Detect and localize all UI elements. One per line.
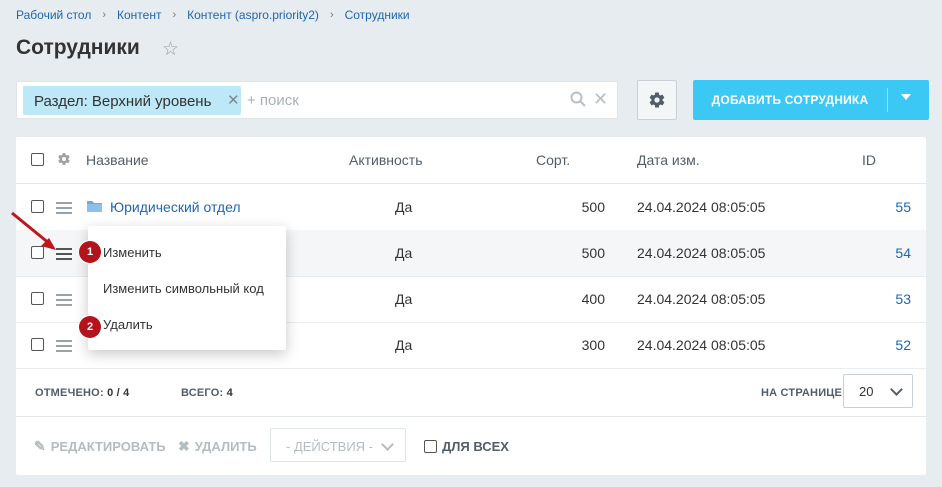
row-context-menu: Изменить Изменить символьный код Удалить [88,226,286,350]
row-date: 24.04.2024 08:05:05 [637,245,766,261]
folder-icon [86,199,103,218]
for-all-label: ДЛЯ ВСЕХ [442,439,509,454]
edit-button[interactable]: ✎ РЕДАКТИРОВАТЬ [34,438,166,455]
for-all-toggle[interactable]: ДЛЯ ВСЕХ [424,439,509,454]
chevron-down-icon [890,383,903,396]
row-name[interactable]: Юридический отдел [110,199,241,215]
star-icon[interactable]: ☆ [162,38,179,61]
table-row[interactable]: Юридический отдел Да 500 24.04.2024 08:0… [16,184,926,231]
add-employee-label: ДОБАВИТЬ СОТРУДНИКА [711,93,869,107]
divider [887,88,888,112]
per-page-select[interactable]: 20 [843,374,913,408]
chevron-down-icon [381,438,394,451]
total-label: ВСЕГО: [181,387,224,399]
breadcrumb-separator: › [172,9,177,21]
breadcrumb-item-employees[interactable]: Сотрудники [345,8,410,22]
selected-counter: ОТМЕЧЕНО: 0 / 4 [35,387,129,399]
row-date: 24.04.2024 08:05:05 [637,199,766,215]
row-menu-icon[interactable] [56,340,72,355]
column-header-active[interactable]: Активность [349,152,423,168]
table-header: Название Активность Сорт. Дата изм. ID [16,137,926,184]
column-header-date[interactable]: Дата изм. [637,152,700,168]
row-active: Да [395,291,413,307]
breadcrumb-item-content-aspro[interactable]: Контент (aspro.priority2) [187,8,319,22]
page-title: Сотрудники [16,36,140,59]
clear-icon[interactable]: ✕ [593,89,608,110]
annotation-arrow-icon [11,211,56,250]
edit-label: РЕДАКТИРОВАТЬ [50,439,166,454]
row-date: 24.04.2024 08:05:05 [637,337,766,353]
close-icon: ✖ [178,438,190,454]
row-id[interactable]: 54 [866,245,911,261]
row-checkbox[interactable] [31,292,44,305]
per-page-label: НА СТРАНИЦЕ: [761,387,846,399]
filter-tag[interactable]: Раздел: Верхний уровень ✕ [23,86,241,115]
filter-tag-label: Раздел: Верхний уровень [34,93,212,110]
breadcrumb: Рабочий стол › Контент › Контент (aspro.… [16,8,410,22]
column-header-name[interactable]: Название [86,152,149,168]
selected-value: 0 / 4 [107,387,130,399]
breadcrumb-separator: › [329,9,334,21]
filter-search-bar[interactable]: Раздел: Верхний уровень ✕ + поиск ✕ [16,81,618,119]
actions-select[interactable]: - ДЕЙСТВИЯ - [270,428,406,462]
grid-footer: ОТМЕЧЕНО: 0 / 4 ВСЕГО: 4 НА СТРАНИЦЕ: 20 [16,368,926,417]
row-sort: 300 [581,337,605,353]
breadcrumb-item-content[interactable]: Контент [117,8,161,22]
menu-item-edit[interactable]: Изменить [103,245,162,260]
row-id[interactable]: 52 [866,337,911,353]
menu-item-delete[interactable]: Удалить [103,317,153,332]
selected-label: ОТМЕЧЕНО: [35,387,104,399]
row-active: Да [395,245,413,261]
column-header-sort[interactable]: Сорт. [536,152,570,168]
menu-item-edit-code[interactable]: Изменить символьный код [103,281,264,296]
total-counter: ВСЕГО: 4 [181,387,233,399]
select-all-checkbox[interactable] [31,153,44,166]
actions-select-label: - ДЕЙСТВИЯ - [286,439,374,454]
row-sort: 400 [581,291,605,307]
gear-icon [649,92,665,108]
row-menu-icon[interactable] [56,294,72,309]
for-all-checkbox[interactable] [424,440,437,453]
per-page-value: 20 [859,384,874,399]
pencil-icon: ✎ [34,438,46,454]
gear-icon[interactable] [57,152,71,171]
search-input[interactable]: + поиск [247,92,299,109]
breadcrumb-separator: › [102,9,106,21]
close-icon[interactable]: ✕ [227,91,240,109]
row-checkbox[interactable] [31,338,44,351]
row-sort: 500 [581,199,605,215]
total-value: 4 [226,387,233,399]
add-employee-button[interactable]: ДОБАВИТЬ СОТРУДНИКА [693,80,929,120]
group-actions-bar: ✎ РЕДАКТИРОВАТЬ ✖ УДАЛИТЬ - ДЕЙСТВИЯ - Д… [16,417,926,475]
row-active: Да [395,199,413,215]
row-sort: 500 [581,245,605,261]
delete-label: УДАЛИТЬ [194,439,257,454]
settings-button[interactable] [637,80,677,120]
annotation-marker-2: 2 [79,316,101,338]
row-id[interactable]: 55 [866,199,911,215]
search-icon[interactable] [570,91,586,112]
delete-button[interactable]: ✖ УДАЛИТЬ [178,438,257,455]
row-date: 24.04.2024 08:05:05 [637,291,766,307]
dropdown-caret-icon[interactable] [901,94,911,100]
breadcrumb-item-desktop[interactable]: Рабочий стол [16,8,91,22]
annotation-marker-1: 1 [79,241,101,263]
row-id[interactable]: 53 [866,291,911,307]
row-active: Да [395,337,413,353]
column-header-id[interactable]: ID [862,152,876,168]
